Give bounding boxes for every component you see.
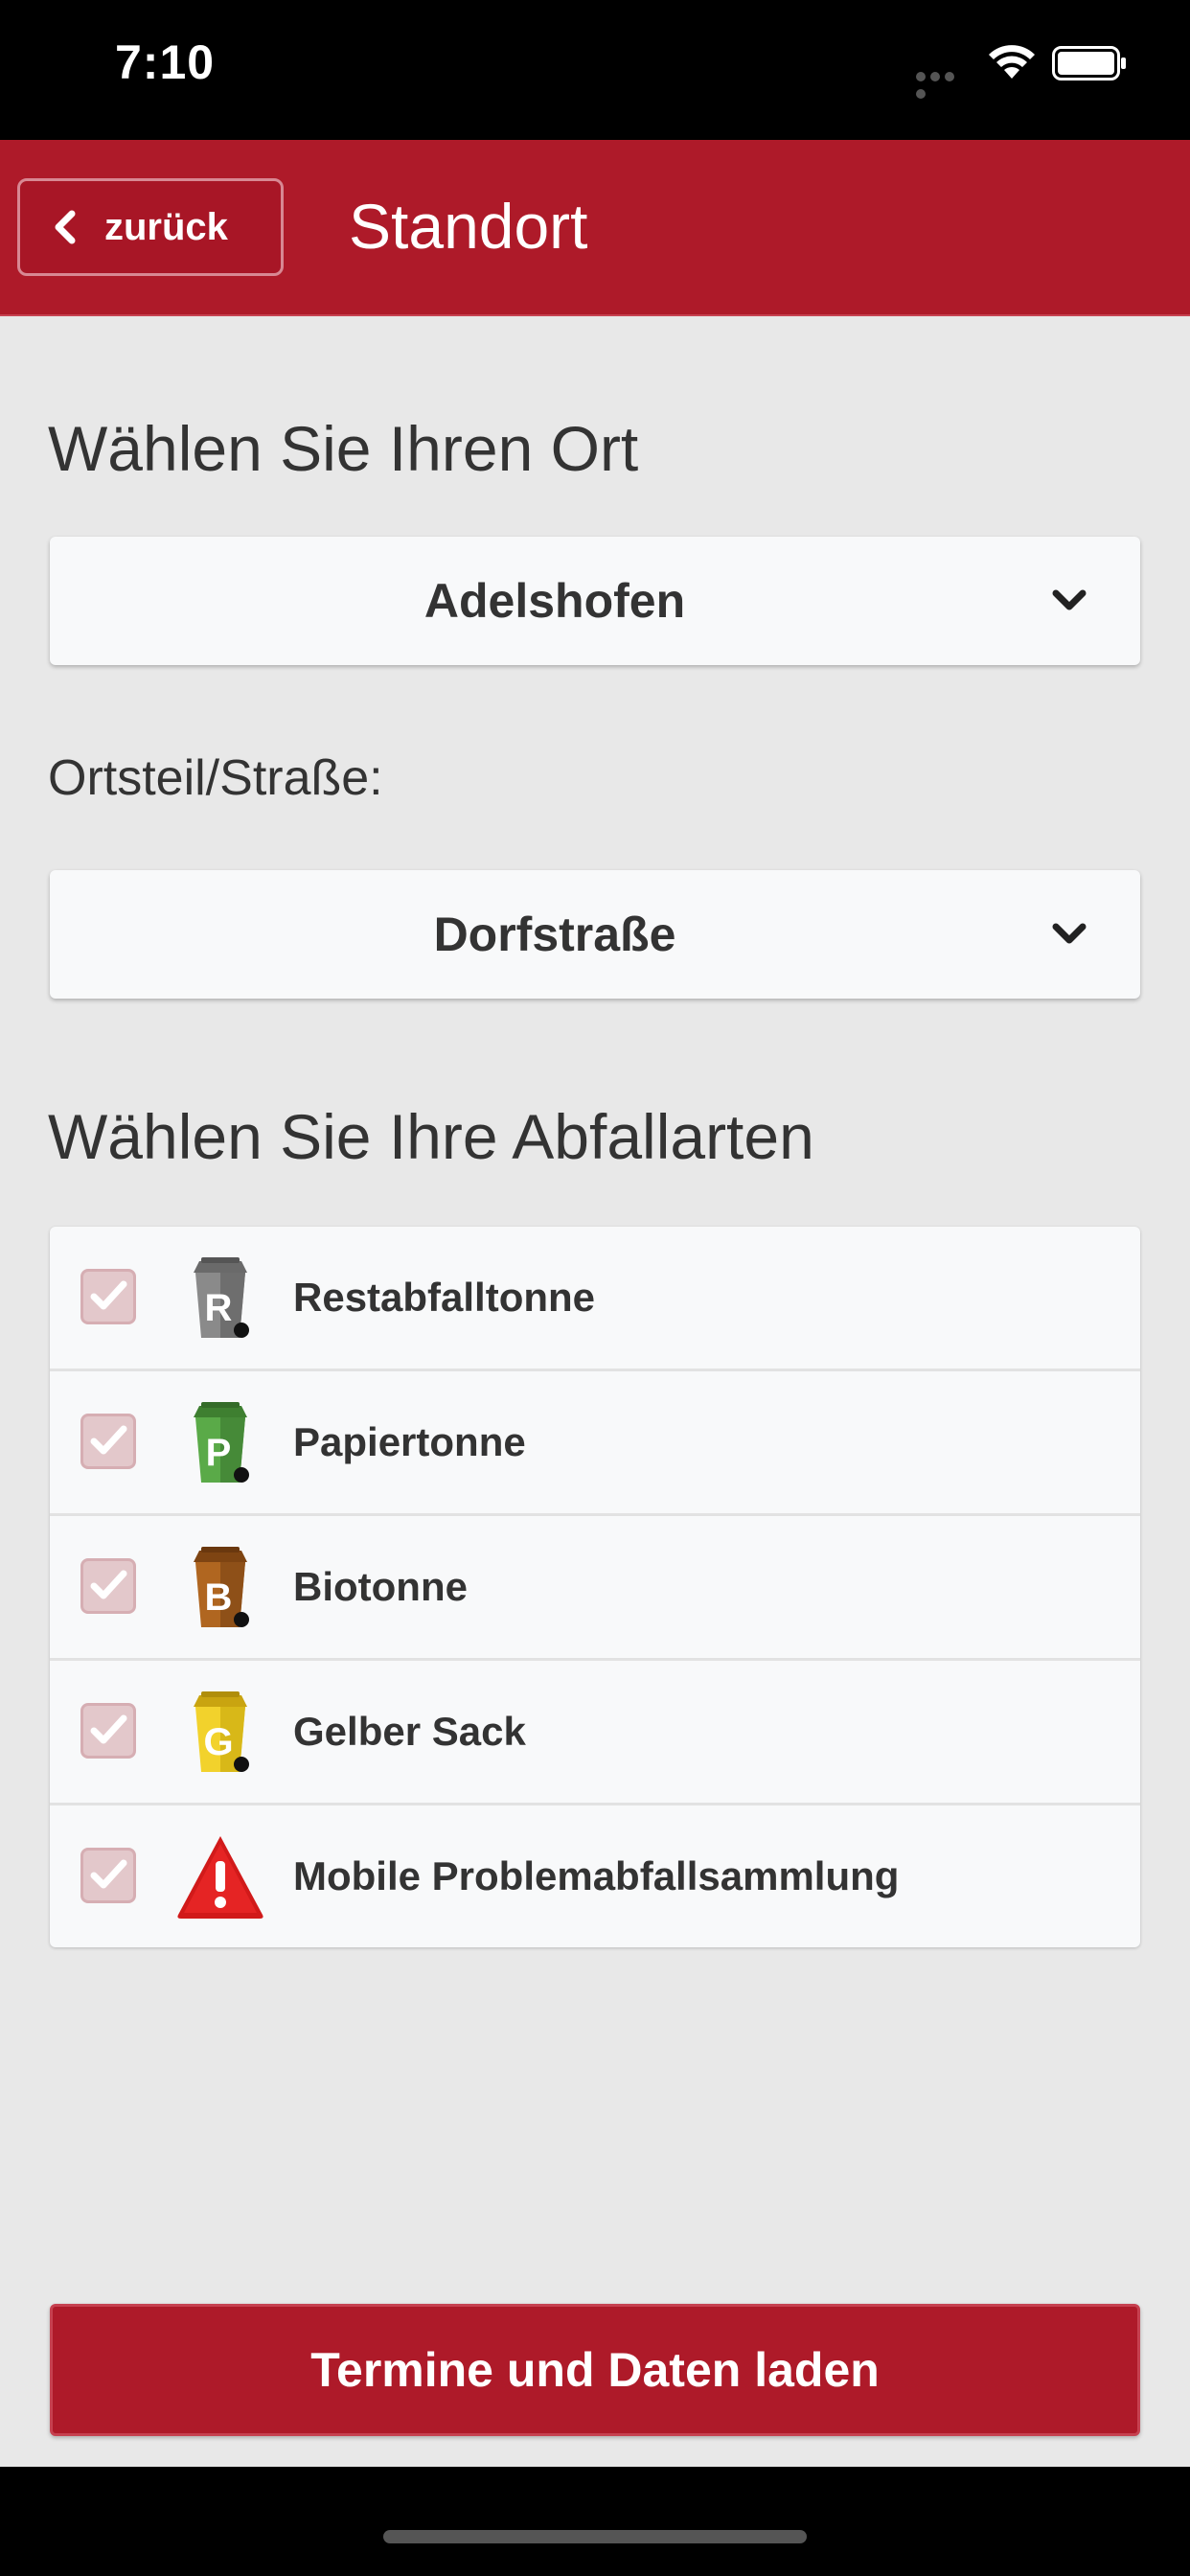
home-indicator [383,2530,807,2543]
load-dates-button[interactable]: Termine und Daten laden [50,2304,1140,2436]
residual-waste-bin-icon: R [194,1257,249,1338]
warning-icon [177,1836,263,1919]
chevron-down-icon [1052,589,1087,610]
checkmark-icon [90,1859,127,1889]
svg-text:R: R [205,1287,233,1329]
waste-checkbox[interactable] [80,1558,136,1614]
yellow-bag-icon: G [194,1691,249,1772]
waste-checkbox[interactable] [80,1269,136,1324]
back-button-label: zurück [104,205,228,248]
checkmark-icon [90,1280,127,1310]
waste-item-label: Mobile Problemabfallsammlung [293,1853,900,1898]
svg-text:G: G [203,1721,233,1763]
street-field-label: Ortsteil/Straße: [48,750,383,806]
waste-item-problemabfall[interactable]: Mobile Problemabfallsammlung [50,1806,1140,1947]
waste-checkbox[interactable] [80,1703,136,1759]
back-button[interactable]: zurück [17,178,284,276]
checkmark-icon [90,1714,127,1744]
checkmark-icon [90,1425,127,1455]
status-bar: 7:10 [0,0,1190,140]
svg-text:B: B [205,1576,233,1619]
location-select[interactable]: Adelshofen [50,537,1140,665]
paper-bin-icon: P [194,1402,249,1483]
navigation-header: zurück Standort [0,140,1190,316]
battery-icon [1052,46,1126,80]
svg-text:P: P [206,1432,232,1474]
location-section-title: Wählen Sie Ihren Ort [48,413,639,484]
content-area: Wählen Sie Ihren Ort Adelshofen Ortsteil… [0,316,1190,2467]
wifi-icon [989,45,1035,79]
bio-bin-icon: B [194,1547,249,1627]
waste-type-list: R Restabfalltonne P Papiertonne B Bioton… [50,1227,1140,1947]
checkmark-icon [90,1570,127,1599]
chevron-down-icon [1052,923,1087,944]
waste-item-restabfalltonne[interactable]: R Restabfalltonne [50,1227,1140,1371]
waste-section-title: Wählen Sie Ihre Abfallarten [48,1101,814,1172]
waste-item-biotonne[interactable]: B Biotonne [50,1516,1140,1661]
status-time: 7:10 [115,35,216,89]
waste-item-label: Biotonne [293,1564,468,1609]
chevron-left-icon [55,210,76,244]
cellular-signal-icon [916,69,972,99]
street-select[interactable]: Dorfstraße [50,870,1140,999]
waste-checkbox[interactable] [80,1848,136,1903]
load-dates-button-label: Termine und Daten laden [310,2343,880,2397]
waste-item-label: Papiertonne [293,1419,526,1464]
waste-checkbox[interactable] [80,1414,136,1469]
page-title: Standort [349,191,588,262]
waste-item-label: Gelber Sack [293,1709,526,1754]
waste-item-papiertonne[interactable]: P Papiertonne [50,1371,1140,1516]
street-select-value: Dorfstraße [433,908,676,961]
waste-item-label: Restabfalltonne [293,1275,596,1320]
waste-item-gelber-sack[interactable]: G Gelber Sack [50,1661,1140,1806]
location-select-value: Adelshofen [423,574,686,628]
